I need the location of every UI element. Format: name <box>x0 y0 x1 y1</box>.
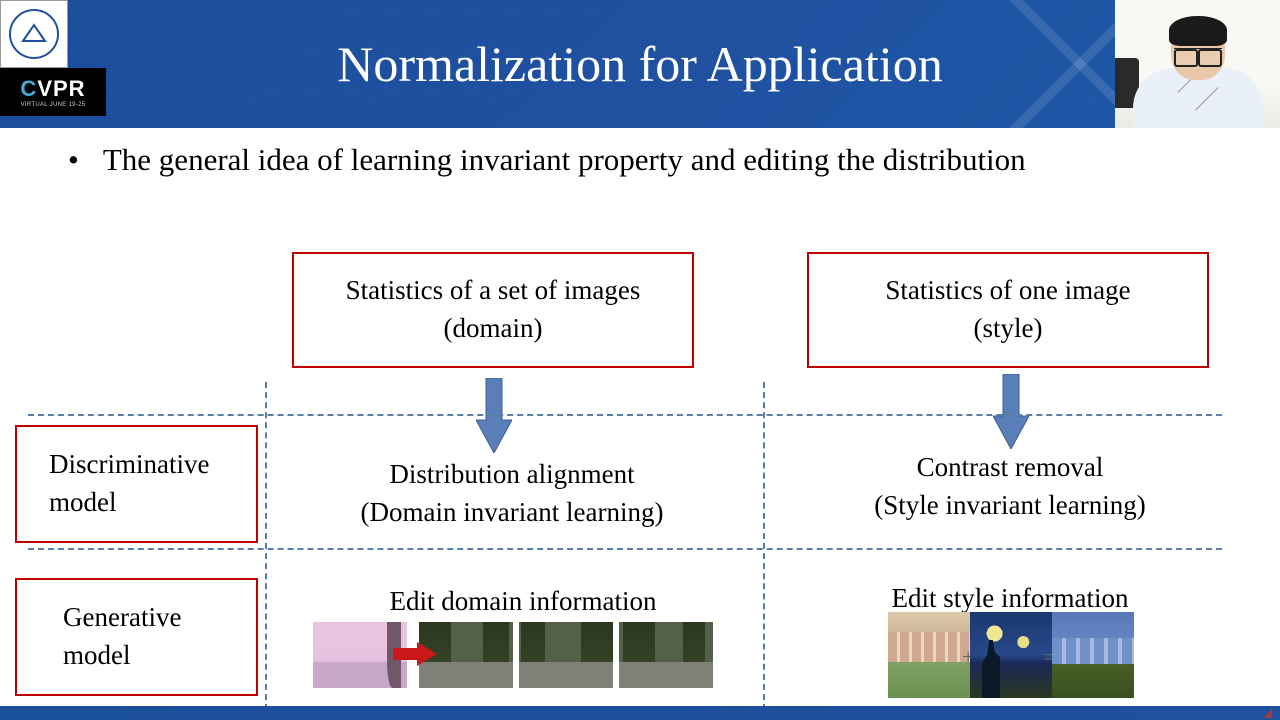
box-domain-stats: Statistics of a set of images (domain) <box>292 252 694 368</box>
speaker-video <box>1115 0 1280 128</box>
arrow-right-icon <box>393 642 437 666</box>
thumb-target <box>619 622 713 688</box>
thumb-target <box>519 622 613 688</box>
cvpr-badge: CVPR VIRTUAL JUNE 19-25 <box>0 68 106 116</box>
slide-title: Normalization for Application <box>337 35 942 93</box>
bullet-point: • The general idea of learning invariant… <box>74 138 1280 181</box>
style-thumbnails: + = <box>888 612 1134 698</box>
bullet-text: The general idea of learning invariant p… <box>103 138 1026 181</box>
thumb-content <box>888 612 970 698</box>
thumb-result <box>1052 612 1134 698</box>
thumb-style <box>970 612 1052 698</box>
grid-line <box>265 382 267 710</box>
cell-edit-domain: Edit domain information <box>300 583 746 621</box>
cell-dist-alignment: Distribution alignment (Domain invariant… <box>300 456 724 532</box>
arrow-down-icon <box>993 374 1029 449</box>
grid-line <box>28 414 1222 416</box>
slide-body: • The general idea of learning invariant… <box>0 138 1280 201</box>
slide-header: CVPR VIRTUAL JUNE 19-25 Normalization fo… <box>0 0 1280 128</box>
grid-line <box>28 548 1222 550</box>
cell-contrast-removal: Contrast removal (Style invariant learni… <box>800 449 1220 525</box>
box-discriminative-label: Discriminative model <box>15 425 258 543</box>
logo-icon <box>9 9 59 59</box>
footer-bar <box>0 706 1280 720</box>
box-style-stats: Statistics of one image (style) <box>807 252 1209 368</box>
grid-line <box>763 382 765 710</box>
cvpr-subtext: VIRTUAL JUNE 19-25 <box>21 102 86 108</box>
bullet-dot: • <box>68 138 79 181</box>
cvpr-text: CVPR <box>20 76 85 102</box>
domain-thumbnails <box>313 622 713 688</box>
box-generative-label: Generative model <box>15 578 258 696</box>
university-logo <box>0 0 68 68</box>
